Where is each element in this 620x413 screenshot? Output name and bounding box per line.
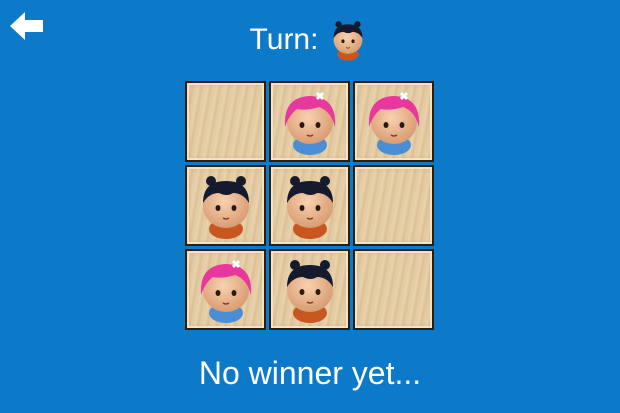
- game-board: [185, 81, 434, 330]
- board-cell-2-2[interactable]: [353, 249, 434, 330]
- girl-piece-icon: [282, 91, 337, 156]
- board-cell-2-0[interactable]: [185, 249, 266, 330]
- turn-label: Turn:: [249, 23, 319, 56]
- board-cell-0-2[interactable]: [353, 81, 434, 162]
- boy-avatar-icon: [333, 20, 364, 62]
- turn-indicator: Turn:: [0, 18, 620, 62]
- board-cell-0-1[interactable]: [269, 81, 350, 162]
- boy-piece-icon: [201, 174, 250, 240]
- boy-piece-icon: [285, 258, 334, 324]
- board-cell-1-1[interactable]: [269, 165, 350, 246]
- board-cell-2-1[interactable]: [269, 249, 350, 330]
- status-message: No winner yet...: [198, 355, 422, 391]
- boy-piece-icon: [285, 174, 334, 240]
- girl-piece-icon: [366, 91, 421, 156]
- board-cell-1-0[interactable]: [185, 165, 266, 246]
- board-cell-0-0[interactable]: [185, 81, 266, 162]
- board-cell-1-2[interactable]: [353, 165, 434, 246]
- girl-piece-icon: [198, 259, 253, 324]
